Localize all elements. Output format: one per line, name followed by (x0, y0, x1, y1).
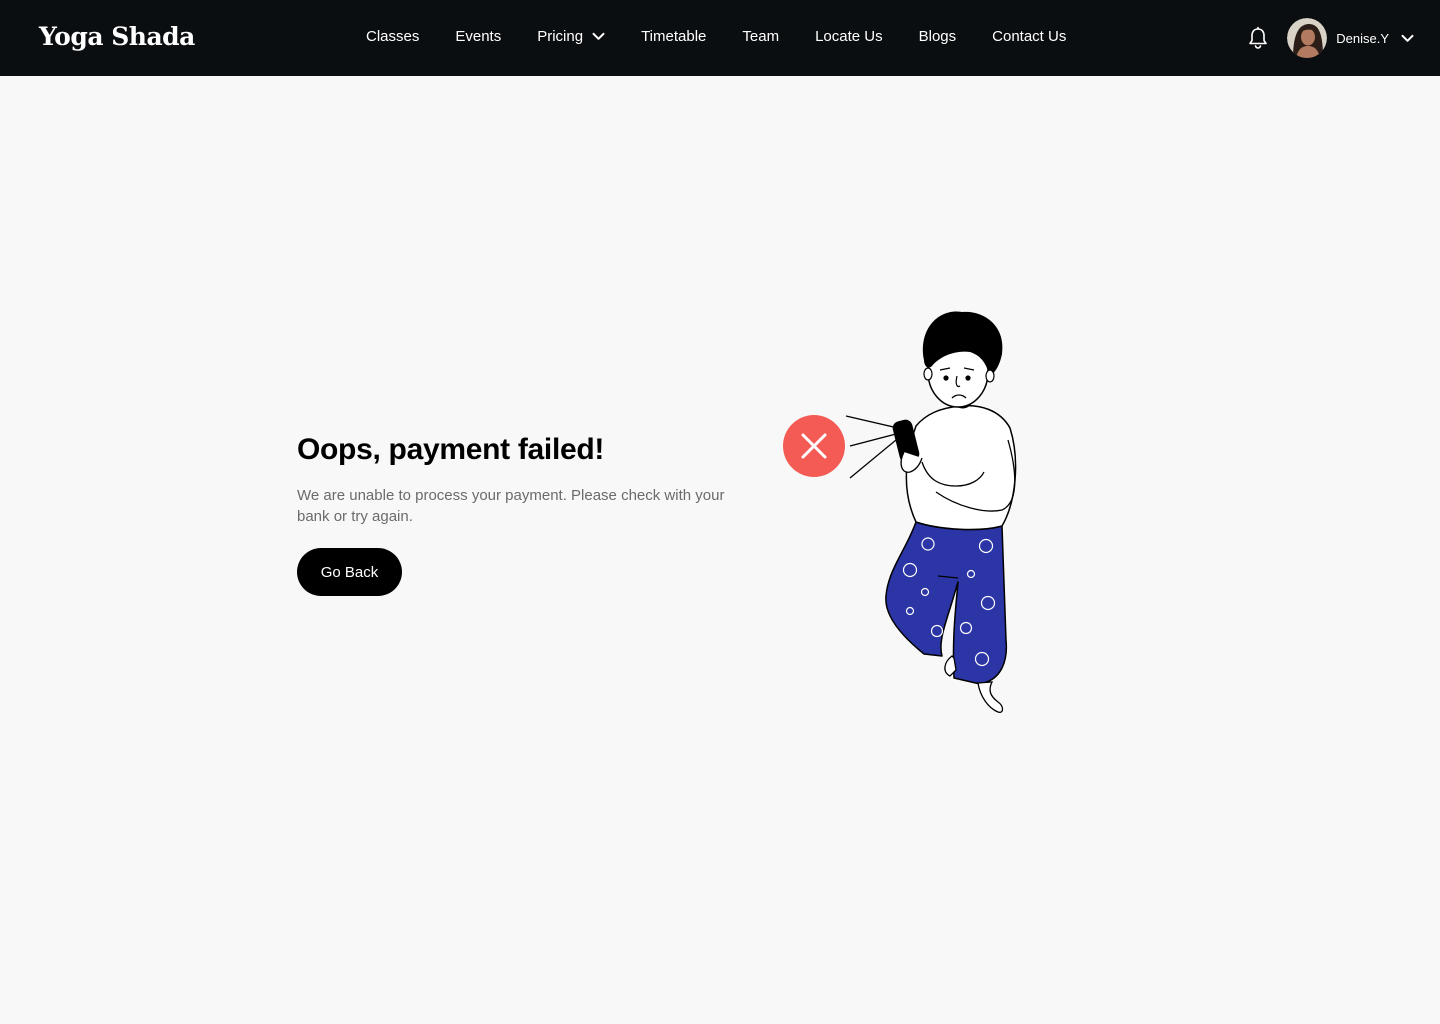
nav-pricing-label: Pricing (537, 28, 584, 45)
nav-team-label: Team (742, 28, 780, 45)
top-navigation-bar: Yoga Shada Classes Events Pricing Timeta… (0, 0, 1440, 76)
avatar[interactable] (1287, 18, 1328, 58)
payment-failed-illustration (770, 300, 1030, 725)
nav-timetable-label: Timetable (641, 28, 707, 45)
chevron-down-icon[interactable] (1401, 34, 1414, 43)
payment-failed-message: Oops, payment failed! We are unable to p… (297, 432, 757, 596)
user-area: Denise.Y (1247, 18, 1414, 58)
bell-icon[interactable] (1247, 26, 1269, 50)
nav-classes[interactable]: Classes (366, 28, 419, 45)
nav-pricing[interactable]: Pricing (537, 28, 605, 45)
brand-logo[interactable]: Yoga Shada (39, 22, 195, 51)
nav-blogs-label: Blogs (918, 28, 957, 45)
nav-blogs[interactable]: Blogs (919, 28, 957, 45)
go-back-button[interactable]: Go Back (297, 548, 402, 596)
chevron-down-icon (592, 32, 605, 41)
nav-contact-us-label: Contact Us (992, 28, 1067, 45)
nav-timetable[interactable]: Timetable (641, 28, 706, 45)
page-title: Oops, payment failed! (297, 433, 605, 466)
nav-contact-us[interactable]: Contact Us (992, 28, 1066, 45)
main-nav: Classes Events Pricing Timetable Team Lo… (366, 28, 1066, 45)
close-icon (783, 415, 845, 477)
nav-events[interactable]: Events (455, 28, 501, 45)
nav-events-label: Events (455, 28, 502, 45)
user-name[interactable]: Denise.Y (1336, 31, 1389, 46)
nav-classes-label: Classes (366, 28, 420, 45)
nav-locate-us-label: Locate Us (815, 28, 883, 45)
nav-locate-us[interactable]: Locate Us (815, 28, 883, 45)
nav-team[interactable]: Team (742, 28, 779, 45)
error-description: We are unable to process your payment. P… (297, 487, 725, 525)
